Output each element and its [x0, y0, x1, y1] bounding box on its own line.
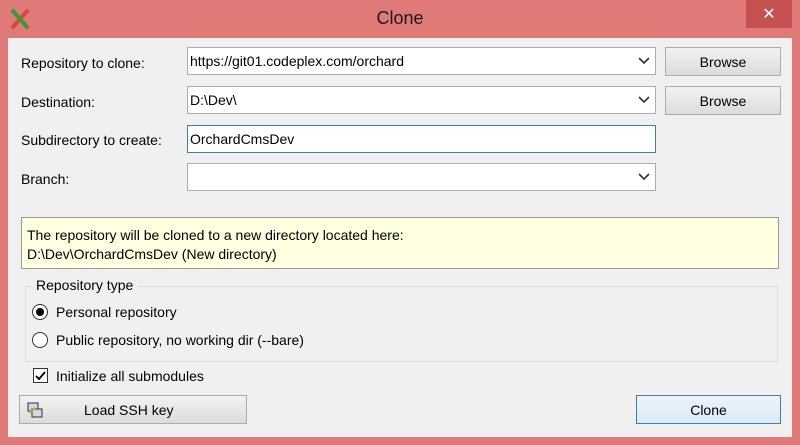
checkmark-icon: [35, 370, 46, 380]
info-line-2: D:\Dev\OrchardCmsDev (New directory): [27, 246, 277, 262]
chevron-down-icon[interactable]: [637, 52, 651, 70]
repository-value: https://git01.codeplex.com/orchard: [190, 53, 405, 69]
subdirectory-input[interactable]: OrchardCmsDev: [187, 125, 656, 153]
personal-repository-radio[interactable]: [32, 304, 48, 320]
close-button[interactable]: ✕: [746, 0, 792, 28]
repository-label: Repository to clone:: [21, 55, 145, 71]
clone-dialog: Clone ✕ Repository to clone: https://git…: [0, 0, 800, 445]
destination-value: D:\Dev\: [190, 92, 237, 108]
destination-info-box: The repository will be cloned to a new d…: [21, 217, 779, 269]
submodules-label[interactable]: Initialize all submodules: [56, 368, 204, 384]
subdirectory-label: Subdirectory to create:: [21, 132, 162, 148]
personal-repository-label[interactable]: Personal repository: [56, 304, 177, 320]
close-icon: ✕: [762, 6, 776, 23]
branch-combobox[interactable]: [187, 163, 656, 191]
load-ssh-key-button[interactable]: Load SSH key: [19, 395, 247, 424]
subdirectory-value: OrchardCmsDev: [190, 131, 295, 147]
dialog-body: Repository to clone: https://git01.codep…: [8, 38, 792, 437]
branch-label: Branch:: [21, 171, 70, 187]
info-line-1: The repository will be cloned to a new d…: [27, 227, 404, 243]
chevron-down-icon[interactable]: [637, 91, 651, 109]
browse-destination-button[interactable]: Browse: [665, 86, 781, 115]
submodules-checkbox[interactable]: [33, 368, 48, 383]
destination-label: Destination:: [21, 94, 95, 110]
repository-combobox[interactable]: https://git01.codeplex.com/orchard: [187, 47, 656, 75]
load-ssh-key-label: Load SSH key: [84, 401, 174, 418]
title-bar[interactable]: Clone ✕: [0, 0, 800, 38]
browse-repository-button[interactable]: Browse: [665, 47, 781, 76]
destination-combobox[interactable]: D:\Dev\: [187, 86, 656, 114]
public-repository-label[interactable]: Public repository, no working dir (--bar…: [56, 332, 304, 348]
clone-button[interactable]: Clone: [636, 395, 781, 424]
putty-key-icon: [27, 402, 43, 417]
public-repository-radio[interactable]: [32, 332, 48, 348]
window-title: Clone: [376, 8, 424, 28]
repository-type-group: [25, 286, 778, 362]
repository-type-legend: Repository type: [32, 277, 138, 293]
chevron-down-icon[interactable]: [637, 168, 651, 186]
